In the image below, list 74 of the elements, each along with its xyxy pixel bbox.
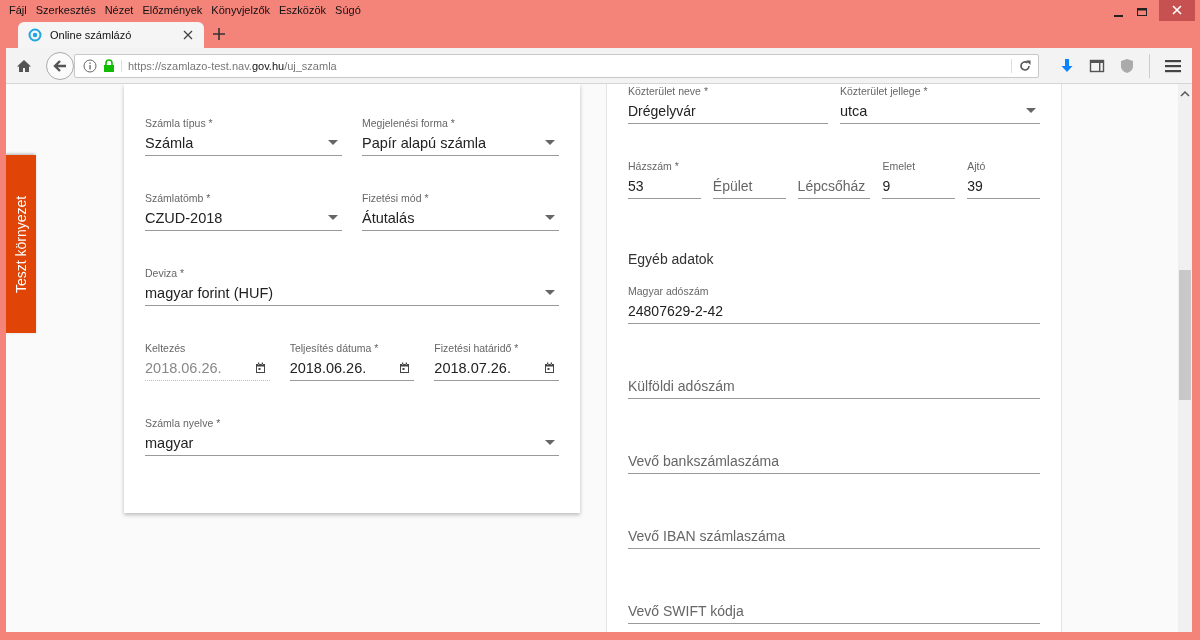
field-label: Számla típus * xyxy=(145,116,213,130)
field-label: Házszám * xyxy=(628,159,679,173)
input-field[interactable]: Vevő IBAN számlaszáma xyxy=(628,523,1040,549)
select-field[interactable]: Átutalás xyxy=(362,205,559,231)
close-icon[interactable] xyxy=(1171,4,1183,16)
sidebar-icon[interactable] xyxy=(1089,57,1105,74)
menu-item[interactable]: Könyvjelzők xyxy=(211,4,271,16)
select-field[interactable]: CZUD-2018 xyxy=(145,205,342,231)
field-label: Keltezés xyxy=(145,341,186,355)
input-field[interactable]: 39 xyxy=(967,173,1040,199)
calendar-icon[interactable] xyxy=(544,361,555,374)
field-label: Magyar adószám xyxy=(628,284,709,298)
address-bar[interactable]: https://szamlazo-test.nav.gov.hu/uj_szamla xyxy=(74,53,1039,78)
field-label: Teljesítés dátuma * xyxy=(289,341,379,355)
input-field[interactable]: 9 xyxy=(882,173,956,199)
dropdown-caret-icon[interactable] xyxy=(1026,108,1036,113)
select-field[interactable]: magyar xyxy=(145,430,559,456)
dropdown-caret-icon[interactable] xyxy=(545,140,555,145)
field-label: Fizetési határidő * xyxy=(434,341,519,355)
browser-tab[interactable]: Online számlázó xyxy=(18,22,204,48)
menu-item[interactable]: Fájl xyxy=(9,4,27,16)
side-tab[interactable]: Teszt környezet xyxy=(6,155,36,333)
dropdown-caret-icon[interactable] xyxy=(328,140,338,145)
scroll-up-icon[interactable] xyxy=(1180,90,1190,98)
select-field[interactable]: Papír alapú számla xyxy=(362,130,559,156)
input-field[interactable]: Épület xyxy=(712,173,786,199)
field-label: Közterület jellege * xyxy=(840,84,928,98)
date-field[interactable]: 2018.07.26. xyxy=(434,355,559,381)
home-icon[interactable] xyxy=(16,57,32,74)
close-tab-icon[interactable] xyxy=(182,29,194,41)
input-field[interactable]: Vevő bankszámlaszáma xyxy=(628,448,1040,474)
lock-icon xyxy=(103,58,115,73)
input-field[interactable]: Külföldi adószám xyxy=(628,373,1040,399)
input-field[interactable]: Lépcsőház xyxy=(797,173,871,199)
field-label: Közterület neve * xyxy=(628,84,708,98)
input-field[interactable]: Drégelyvár xyxy=(628,98,828,124)
menu-icon[interactable] xyxy=(1164,57,1182,74)
menu-item[interactable]: Súgó xyxy=(335,4,361,16)
select-field[interactable]: Számla xyxy=(145,130,342,156)
date-field[interactable]: 2018.06.26. xyxy=(289,355,415,381)
field-label: Számla nyelve * xyxy=(145,416,221,430)
calendar-icon[interactable] xyxy=(399,361,411,374)
favicon-icon xyxy=(28,28,42,42)
field-label: Deviza * xyxy=(145,266,185,280)
url-text[interactable]: https://szamlazo-test.nav.gov.hu/uj_szamla xyxy=(121,59,1005,72)
back-button[interactable] xyxy=(46,51,74,80)
field-label: Emelet xyxy=(882,159,916,173)
scrollbar-thumb[interactable] xyxy=(1179,270,1191,400)
dropdown-caret-icon[interactable] xyxy=(545,440,555,445)
menu-item[interactable]: Nézet xyxy=(104,4,134,16)
new-tab-icon[interactable] xyxy=(212,27,226,41)
dropdown-caret-icon[interactable] xyxy=(545,290,555,295)
field-label: Megjelenési forma * xyxy=(362,116,455,130)
dropdown-caret-icon[interactable] xyxy=(328,215,338,220)
field-label: Ajtó xyxy=(967,159,986,173)
download-icon[interactable] xyxy=(1059,57,1075,74)
select-field[interactable]: magyar forint (HUF) xyxy=(145,280,559,306)
menu-item[interactable]: Szerkesztés xyxy=(35,4,96,16)
dropdown-caret-icon[interactable] xyxy=(545,215,555,220)
input-field[interactable]: 24807629-2-42 xyxy=(628,298,1040,324)
close-button[interactable] xyxy=(1159,0,1195,21)
section-heading: Egyéb adatok xyxy=(628,250,714,269)
input-field[interactable]: Vevő SWIFT kódja xyxy=(628,598,1040,624)
field-label: Számlatömb * xyxy=(145,191,211,205)
reload-icon[interactable] xyxy=(1011,58,1032,73)
back-arrow-icon[interactable] xyxy=(52,57,68,74)
menu-item[interactable]: Előzmények xyxy=(142,4,203,16)
scrollbar[interactable] xyxy=(1178,84,1192,632)
maximize-icon[interactable] xyxy=(1136,6,1148,18)
select-field[interactable]: utca xyxy=(840,98,1040,124)
field-label: Fizetési mód * xyxy=(362,191,429,205)
input-field[interactable]: 53 xyxy=(628,173,701,199)
menu-item[interactable]: Eszközök xyxy=(279,4,327,16)
info-icon[interactable] xyxy=(83,58,97,73)
